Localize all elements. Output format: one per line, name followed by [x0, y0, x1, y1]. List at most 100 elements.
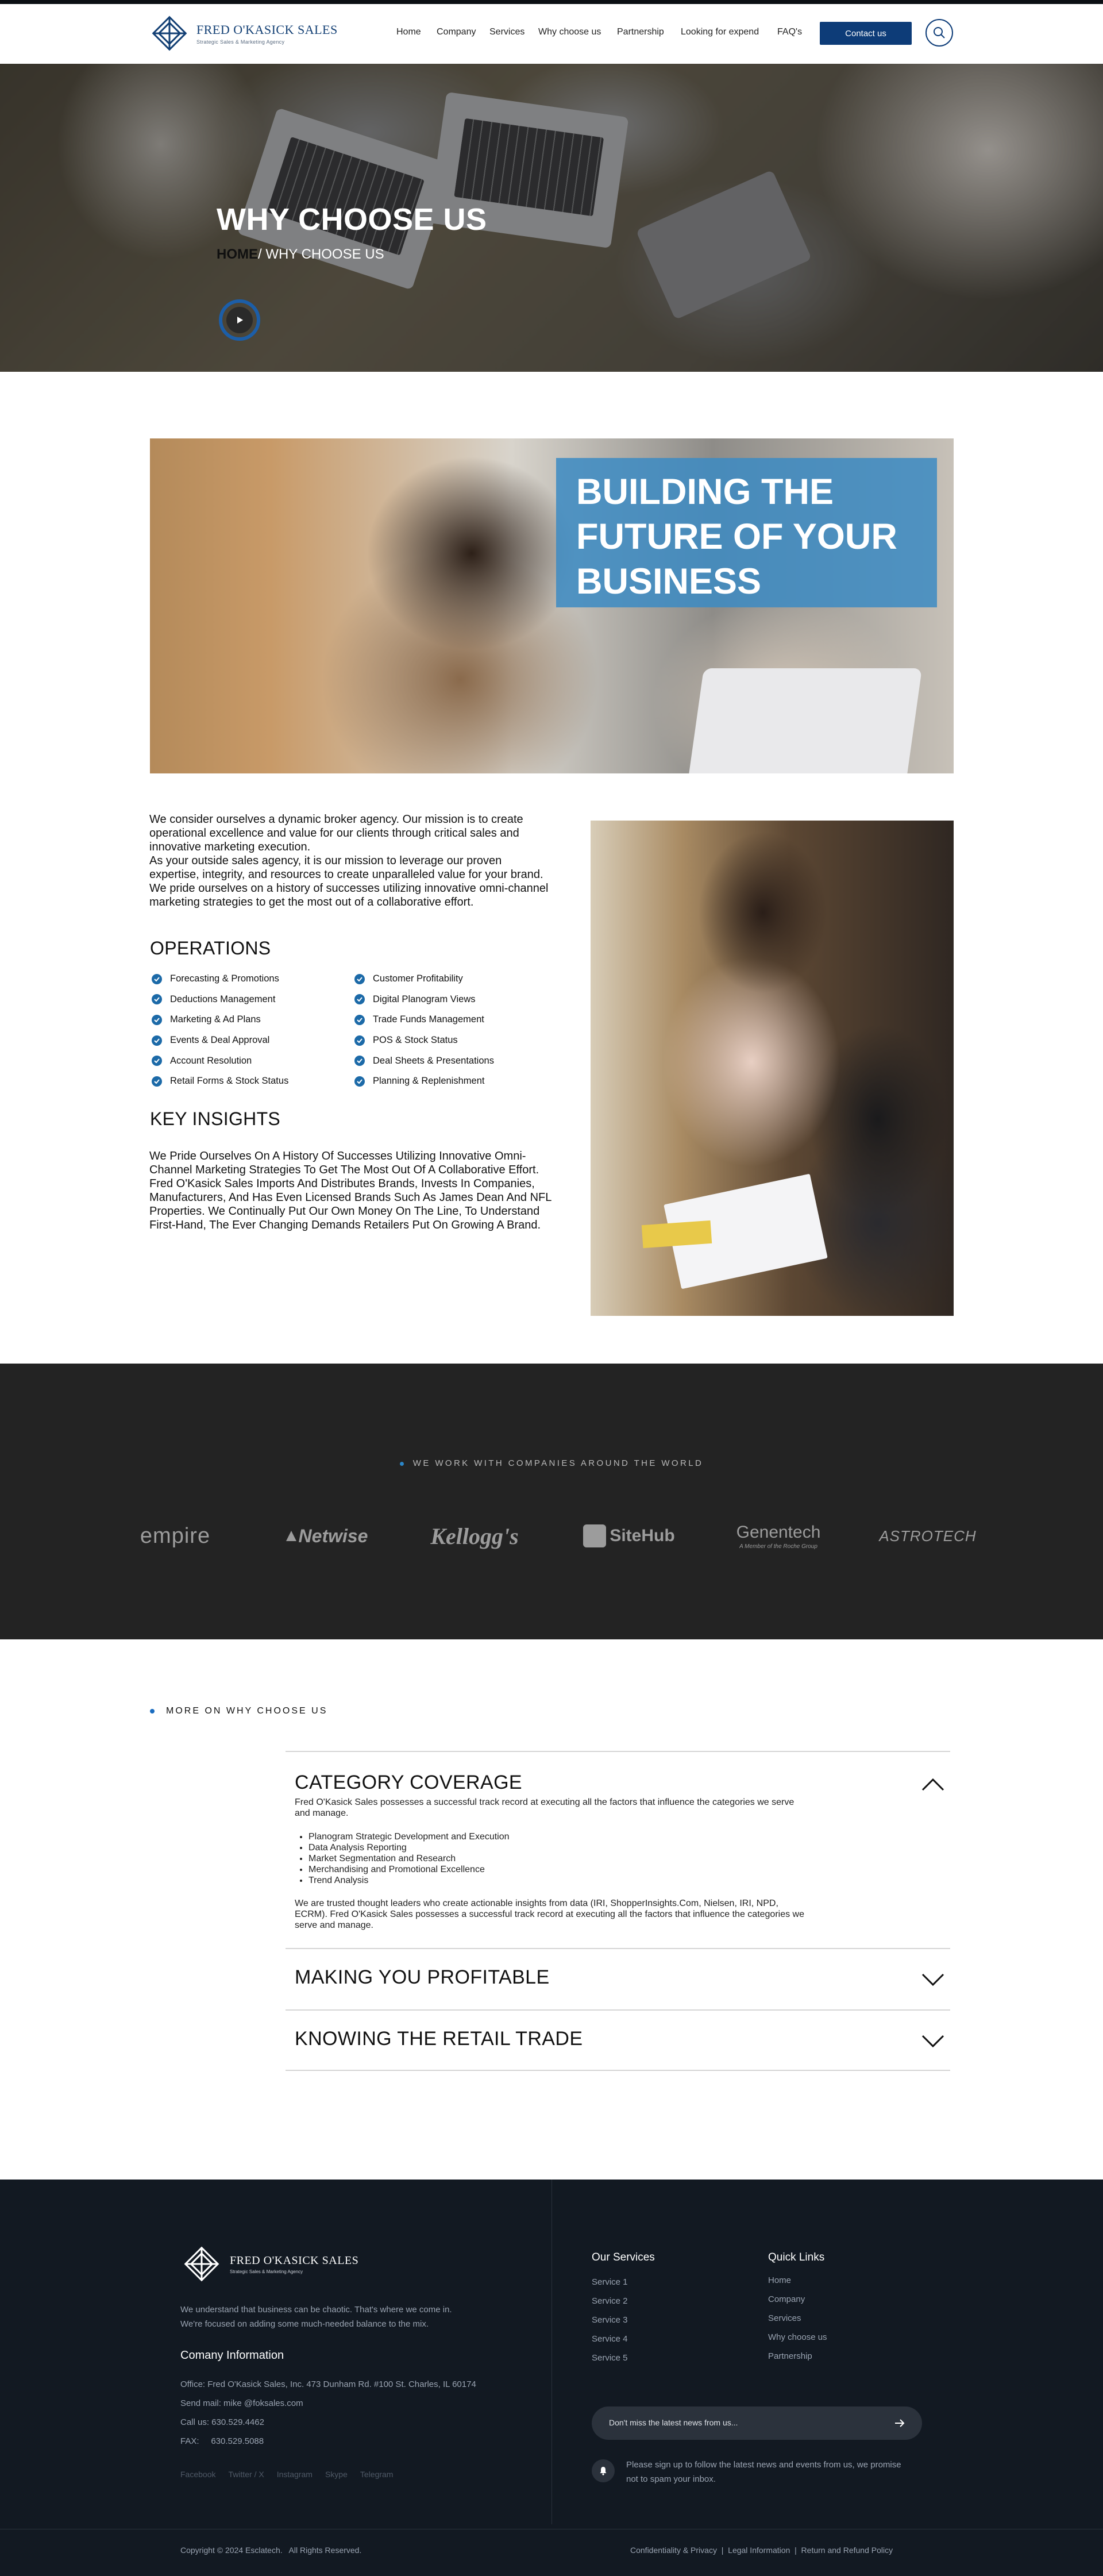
accordion-title[interactable]: MAKING YOU PROFITABLE: [295, 1966, 550, 1989]
page: FRED O'KASICK SALES Strategic Sales & Ma…: [0, 0, 1103, 2576]
legal-privacy-link[interactable]: Confidentiality & Privacy: [630, 2546, 717, 2555]
nav-faqs[interactable]: FAQ's: [777, 27, 806, 37]
footer-service-link[interactable]: Service 3: [592, 2315, 628, 2334]
client-logo-kelloggs: Kellogg's: [430, 1523, 519, 1549]
nav-company[interactable]: Company: [437, 27, 489, 37]
footer-social-links: Facebook Twitter / X Instagram Skype Tel…: [180, 2470, 393, 2479]
check-icon: [354, 1035, 365, 1046]
video-play-button[interactable]: [219, 299, 260, 341]
check-icon: [152, 1056, 162, 1066]
footer-office: Office: Fred O'Kasick Sales, Inc. 473 Du…: [180, 2379, 476, 2389]
footer-company-heading: Comany Information: [180, 2349, 284, 2362]
footer-service-link[interactable]: Service 5: [592, 2353, 628, 2372]
more-section-label: MORE ON WHY CHOOSE US: [150, 1706, 327, 1716]
photo-sticky-note: [641, 1220, 712, 1249]
client-logo-astrotech: ASTROTECH: [879, 1527, 977, 1545]
footer-service-link[interactable]: Service 4: [592, 2334, 628, 2353]
accordion-bullet-list: Planogram Strategic Development and Exec…: [308, 1831, 812, 1886]
operations-item-label: POS & Stock Status: [373, 1035, 458, 1046]
intro-paragraph-1: We consider ourselves a dynamic broker a…: [149, 813, 523, 853]
check-icon: [152, 994, 162, 1005]
client-logo-netwise: Netwise: [280, 1519, 372, 1553]
accordion-body: Fred O'Kasick Sales possesses a successf…: [295, 1797, 812, 1931]
social-facebook-link[interactable]: Facebook: [180, 2470, 215, 2479]
operations-item-label: Forecasting & Promotions: [170, 973, 279, 984]
legal-information-link[interactable]: Legal Information: [728, 2546, 790, 2555]
footer-quick-links-heading: Quick Links: [768, 2251, 825, 2263]
top-accent-bar: [0, 0, 1103, 4]
legal-refund-link[interactable]: Return and Refund Policy: [801, 2546, 893, 2555]
accordion-item-making-you-profitable[interactable]: MAKING YOU PROFITABLE: [286, 1948, 950, 2009]
footer-quick-link[interactable]: Company: [768, 2294, 827, 2313]
intro-paragraph-2: As your outside sales agency, it is our …: [149, 854, 549, 908]
operations-item: Forecasting & Promotions: [152, 969, 288, 989]
nav-why-choose-us[interactable]: Why choose us: [538, 27, 617, 37]
operations-item: Account Resolution: [152, 1050, 288, 1071]
client-logo-genentech-text: Genentech: [736, 1522, 821, 1542]
footer-logo[interactable]: FRED O'KASICK SALES Strategic Sales & Ma…: [180, 2243, 358, 2285]
client-logo-sitehub-text: SiteHub: [610, 1526, 675, 1545]
operations-item-label: Retail Forms & Stock Status: [170, 1076, 289, 1087]
accordion-title[interactable]: KNOWING THE RETAIL TRADE: [295, 2028, 583, 2050]
hero-overlay: [0, 64, 1103, 372]
chevron-up-icon[interactable]: [920, 1775, 946, 1792]
bell-icon: [600, 2467, 607, 2475]
breadcrumb-home[interactable]: HOME: [217, 247, 258, 262]
nav-home[interactable]: Home: [396, 27, 437, 37]
footer-quick-link[interactable]: Home: [768, 2275, 827, 2294]
footer-email[interactable]: Send mail: mike @foksales.com: [180, 2398, 303, 2408]
site-header: FRED O'KASICK SALES Strategic Sales & Ma…: [0, 4, 1103, 64]
sitehub-square-icon: [583, 1524, 607, 1547]
nav-partnership[interactable]: Partnership: [617, 27, 681, 37]
legal-separator: |: [716, 2546, 728, 2555]
operations-item-label: Trade Funds Management: [373, 1014, 484, 1025]
clients-label: WE WORK WITH COMPANIES AROUND THE WORLD: [0, 1458, 1103, 1468]
operations-item: Marketing & Ad Plans: [152, 1010, 288, 1030]
accordion-bullet: Merchandising and Promotional Excellence: [308, 1864, 812, 1875]
footer-quick-link[interactable]: Partnership: [768, 2351, 827, 2370]
chevron-down-icon[interactable]: [920, 1971, 946, 1988]
social-instagram-link[interactable]: Instagram: [277, 2470, 313, 2479]
operations-item: Deal Sheets & Presentations: [354, 1050, 494, 1071]
accordion-item-knowing-retail-trade[interactable]: KNOWING THE RETAIL TRADE: [286, 2009, 950, 2071]
operations-item-label: Digital Planogram Views: [373, 994, 476, 1004]
building-future-banner: BUILDING THE FUTURE OF YOUR BUSINESS: [150, 438, 954, 773]
legal-separator: |: [790, 2546, 801, 2555]
newsletter-email-input[interactable]: Don't miss the latest news from us...: [609, 2418, 738, 2427]
social-twitter-link[interactable]: Twitter / X: [228, 2470, 264, 2479]
nav-looking-for-expend[interactable]: Looking for expend: [681, 27, 777, 37]
social-skype-link[interactable]: Skype: [325, 2470, 348, 2479]
check-icon: [354, 1056, 365, 1066]
search-button[interactable]: [925, 19, 953, 47]
clients-section: WE WORK WITH COMPANIES AROUND THE WORLD …: [0, 1364, 1103, 1639]
operations-item: Planning & Replenishment: [354, 1071, 494, 1092]
footer-quick-link[interactable]: Why choose us: [768, 2332, 827, 2351]
footer-service-link[interactable]: Service 1: [592, 2277, 628, 2296]
footer-service-link[interactable]: Service 2: [592, 2296, 628, 2315]
check-icon: [354, 1014, 365, 1025]
footer-phone[interactable]: Call us: 630.529.4462: [180, 2417, 264, 2427]
check-icon: [152, 1014, 162, 1025]
contact-us-button[interactable]: Contact us: [820, 22, 912, 45]
footer-quick-link[interactable]: Services: [768, 2313, 827, 2332]
accordion-title[interactable]: CATEGORY COVERAGE: [295, 1772, 522, 1794]
site-logo[interactable]: FRED O'KASICK SALES Strategic Sales & Ma…: [148, 12, 338, 55]
footer-services-heading: Our Services: [592, 2251, 655, 2263]
search-icon: [934, 27, 945, 38]
social-telegram-link[interactable]: Telegram: [360, 2470, 394, 2479]
arrow-right-icon[interactable]: [893, 2417, 906, 2429]
accordion-paragraph: We are trusted thought leaders who creat…: [295, 1899, 805, 1930]
check-icon: [152, 1035, 162, 1046]
operations-item-label: Planning & Replenishment: [373, 1076, 485, 1087]
play-icon: [237, 317, 243, 324]
logo-title: FRED O'KASICK SALES: [196, 22, 338, 37]
footer-quick-links-list: Home Company Services Why choose us Part…: [768, 2275, 827, 2370]
banner-line-3: BUSINESS: [576, 561, 762, 602]
operations-heading: OPERATIONS: [150, 938, 271, 958]
operations-item-label: Account Resolution: [170, 1055, 252, 1066]
site-footer: FRED O'KASICK SALES Strategic Sales & Ma…: [0, 2180, 1103, 2576]
chevron-down-icon[interactable]: [920, 2032, 946, 2050]
clients-label-text: WE WORK WITH COMPANIES AROUND THE WORLD: [412, 1458, 704, 1468]
nav-services[interactable]: Services: [489, 27, 538, 37]
operations-item-label: Marketing & Ad Plans: [170, 1014, 261, 1025]
